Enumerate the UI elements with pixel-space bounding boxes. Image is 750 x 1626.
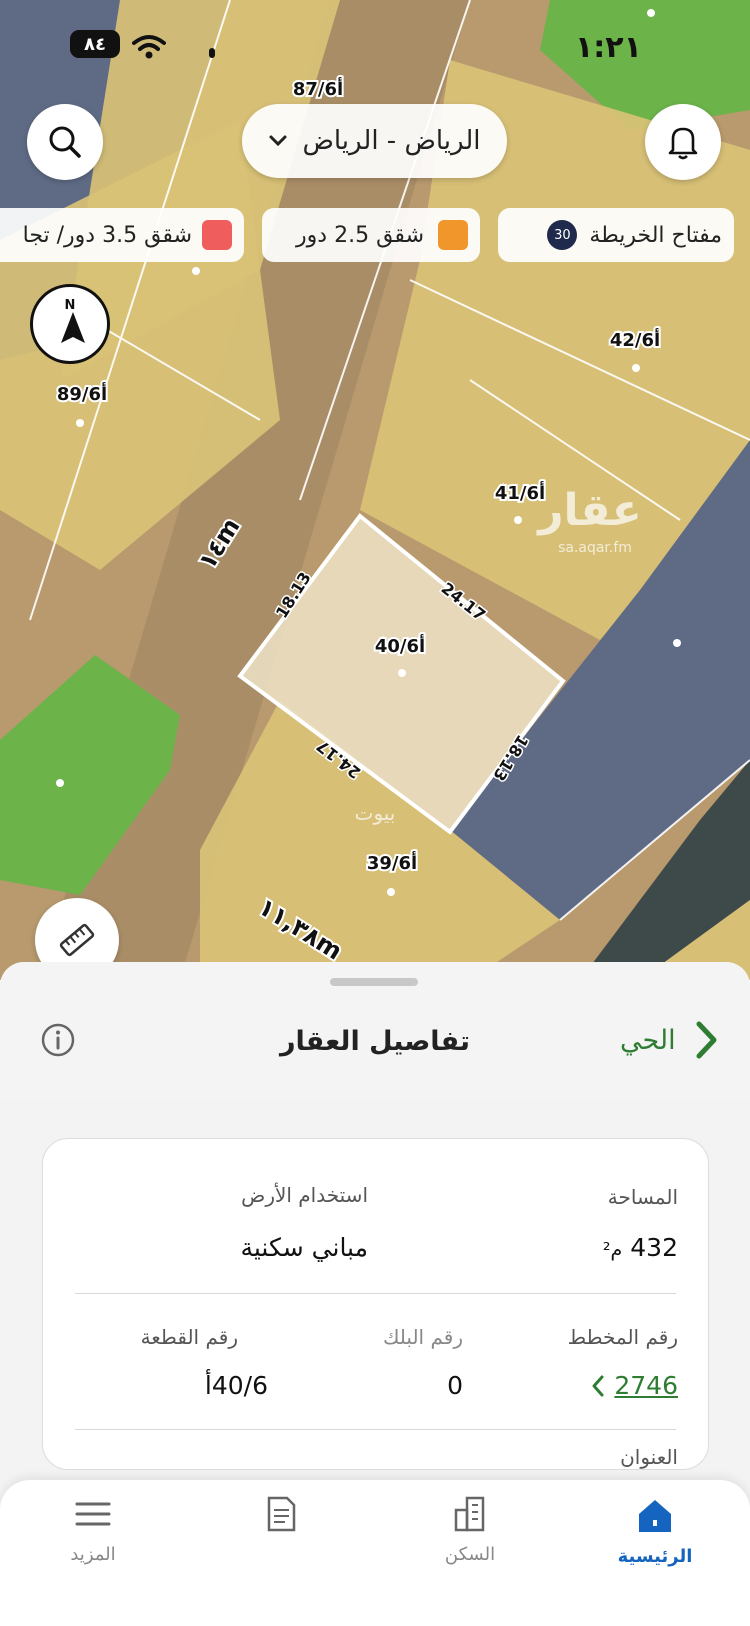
sheet-header: تفاصيل العقار الحي bbox=[0, 962, 750, 1100]
plot-number-label: رقم القطعة bbox=[140, 1325, 238, 1349]
nav-housing[interactable]: السكن bbox=[405, 1480, 535, 1626]
bottom-navigation: الرئيسية السكن المزيد bbox=[0, 1480, 750, 1626]
legend-chip[interactable]: شقق 3.5 دور/ تجا bbox=[0, 208, 244, 262]
watermark-aqar: عقار bbox=[536, 485, 642, 536]
nav-more-label: المزيد bbox=[70, 1544, 116, 1565]
area-field: م² 432 bbox=[603, 1233, 678, 1262]
address-label: العنوان bbox=[620, 1445, 678, 1469]
camera-dot bbox=[209, 48, 215, 58]
plot-number-value: 40/6أ bbox=[204, 1371, 268, 1400]
compass-button[interactable]: N bbox=[30, 284, 110, 364]
building-icon bbox=[454, 1496, 485, 1532]
status-battery: ٨٤ bbox=[70, 30, 120, 70]
chevron-down-icon bbox=[269, 135, 287, 147]
divider bbox=[75, 1429, 676, 1430]
compass-icon: N bbox=[61, 298, 85, 343]
status-time: ١:٢١ bbox=[575, 30, 642, 65]
location-label: الرياض - الرياض bbox=[302, 126, 481, 156]
nav-home-label: الرئيسية bbox=[617, 1546, 693, 1567]
parcel-label: 39/6أ bbox=[367, 851, 417, 874]
block-number-label: رقم البلك bbox=[382, 1325, 463, 1349]
legend-swatch-red bbox=[202, 220, 232, 250]
neighborhood-link-label: الحي bbox=[620, 1024, 676, 1056]
map-key-chip[interactable]: مفتاح الخريطة 30 bbox=[498, 208, 734, 262]
location-selector[interactable]: الرياض - الرياض bbox=[242, 104, 507, 178]
parcel-label: 42/6أ bbox=[610, 328, 660, 351]
nav-home[interactable]: الرئيسية bbox=[590, 1480, 720, 1626]
map-key-badge: 30 bbox=[547, 220, 578, 250]
parcel-label-selected: 40/6أ bbox=[375, 634, 425, 657]
ruler-icon bbox=[59, 923, 95, 957]
divider bbox=[75, 1293, 676, 1294]
watermark-buyut: بيوت bbox=[355, 801, 396, 825]
home-icon bbox=[639, 1500, 671, 1532]
legend-chip-label: شقق 2.5 دور bbox=[296, 222, 424, 248]
legend-chip[interactable]: شقق 2.5 دور bbox=[262, 208, 480, 262]
area-unit: م² bbox=[602, 1239, 623, 1261]
bell-icon bbox=[668, 127, 698, 160]
document-icon bbox=[267, 1496, 296, 1532]
map-key-label: مفتاح الخريطة bbox=[589, 222, 722, 248]
wifi-icon bbox=[132, 34, 166, 64]
watermark-url: sa.aqar.fm bbox=[558, 540, 632, 556]
search-button[interactable] bbox=[27, 104, 103, 180]
legend-chip-label: شقق 3.5 دور/ تجا bbox=[22, 222, 192, 248]
chevron-left-icon bbox=[592, 1375, 604, 1396]
details-card: المساحة استخدام الأرض م² 432 مباني سكنية… bbox=[42, 1138, 709, 1470]
land-use-label: استخدام الأرض bbox=[241, 1183, 368, 1207]
land-use-value: مباني سكنية bbox=[240, 1233, 368, 1262]
block-number-value: 0 bbox=[447, 1371, 463, 1400]
sheet-drag-handle[interactable] bbox=[330, 978, 418, 986]
plan-number-value: 2746 bbox=[614, 1371, 678, 1400]
parcel-label: 89/6أ bbox=[57, 382, 107, 405]
svg-text:N: N bbox=[65, 298, 76, 313]
nav-documents[interactable] bbox=[216, 1480, 346, 1626]
chevron-right-icon bbox=[696, 1021, 717, 1059]
nav-housing-label: السكن bbox=[444, 1544, 496, 1565]
plan-number-label: رقم المخطط bbox=[567, 1325, 678, 1349]
neighborhood-link[interactable]: الحي bbox=[620, 1020, 720, 1060]
nav-more[interactable]: المزيد bbox=[28, 1480, 158, 1626]
search-icon bbox=[49, 126, 81, 158]
battery-indicator: ٨٤ bbox=[70, 30, 120, 58]
parcel-label: 87/6أ bbox=[293, 77, 343, 100]
plan-number-link[interactable]: 2746 bbox=[590, 1371, 678, 1400]
area-label: المساحة bbox=[607, 1185, 678, 1209]
area-value: 432 bbox=[630, 1233, 678, 1262]
legend-swatch-orange bbox=[438, 220, 468, 250]
menu-icon bbox=[75, 1502, 111, 1526]
notifications-button[interactable] bbox=[645, 104, 721, 180]
